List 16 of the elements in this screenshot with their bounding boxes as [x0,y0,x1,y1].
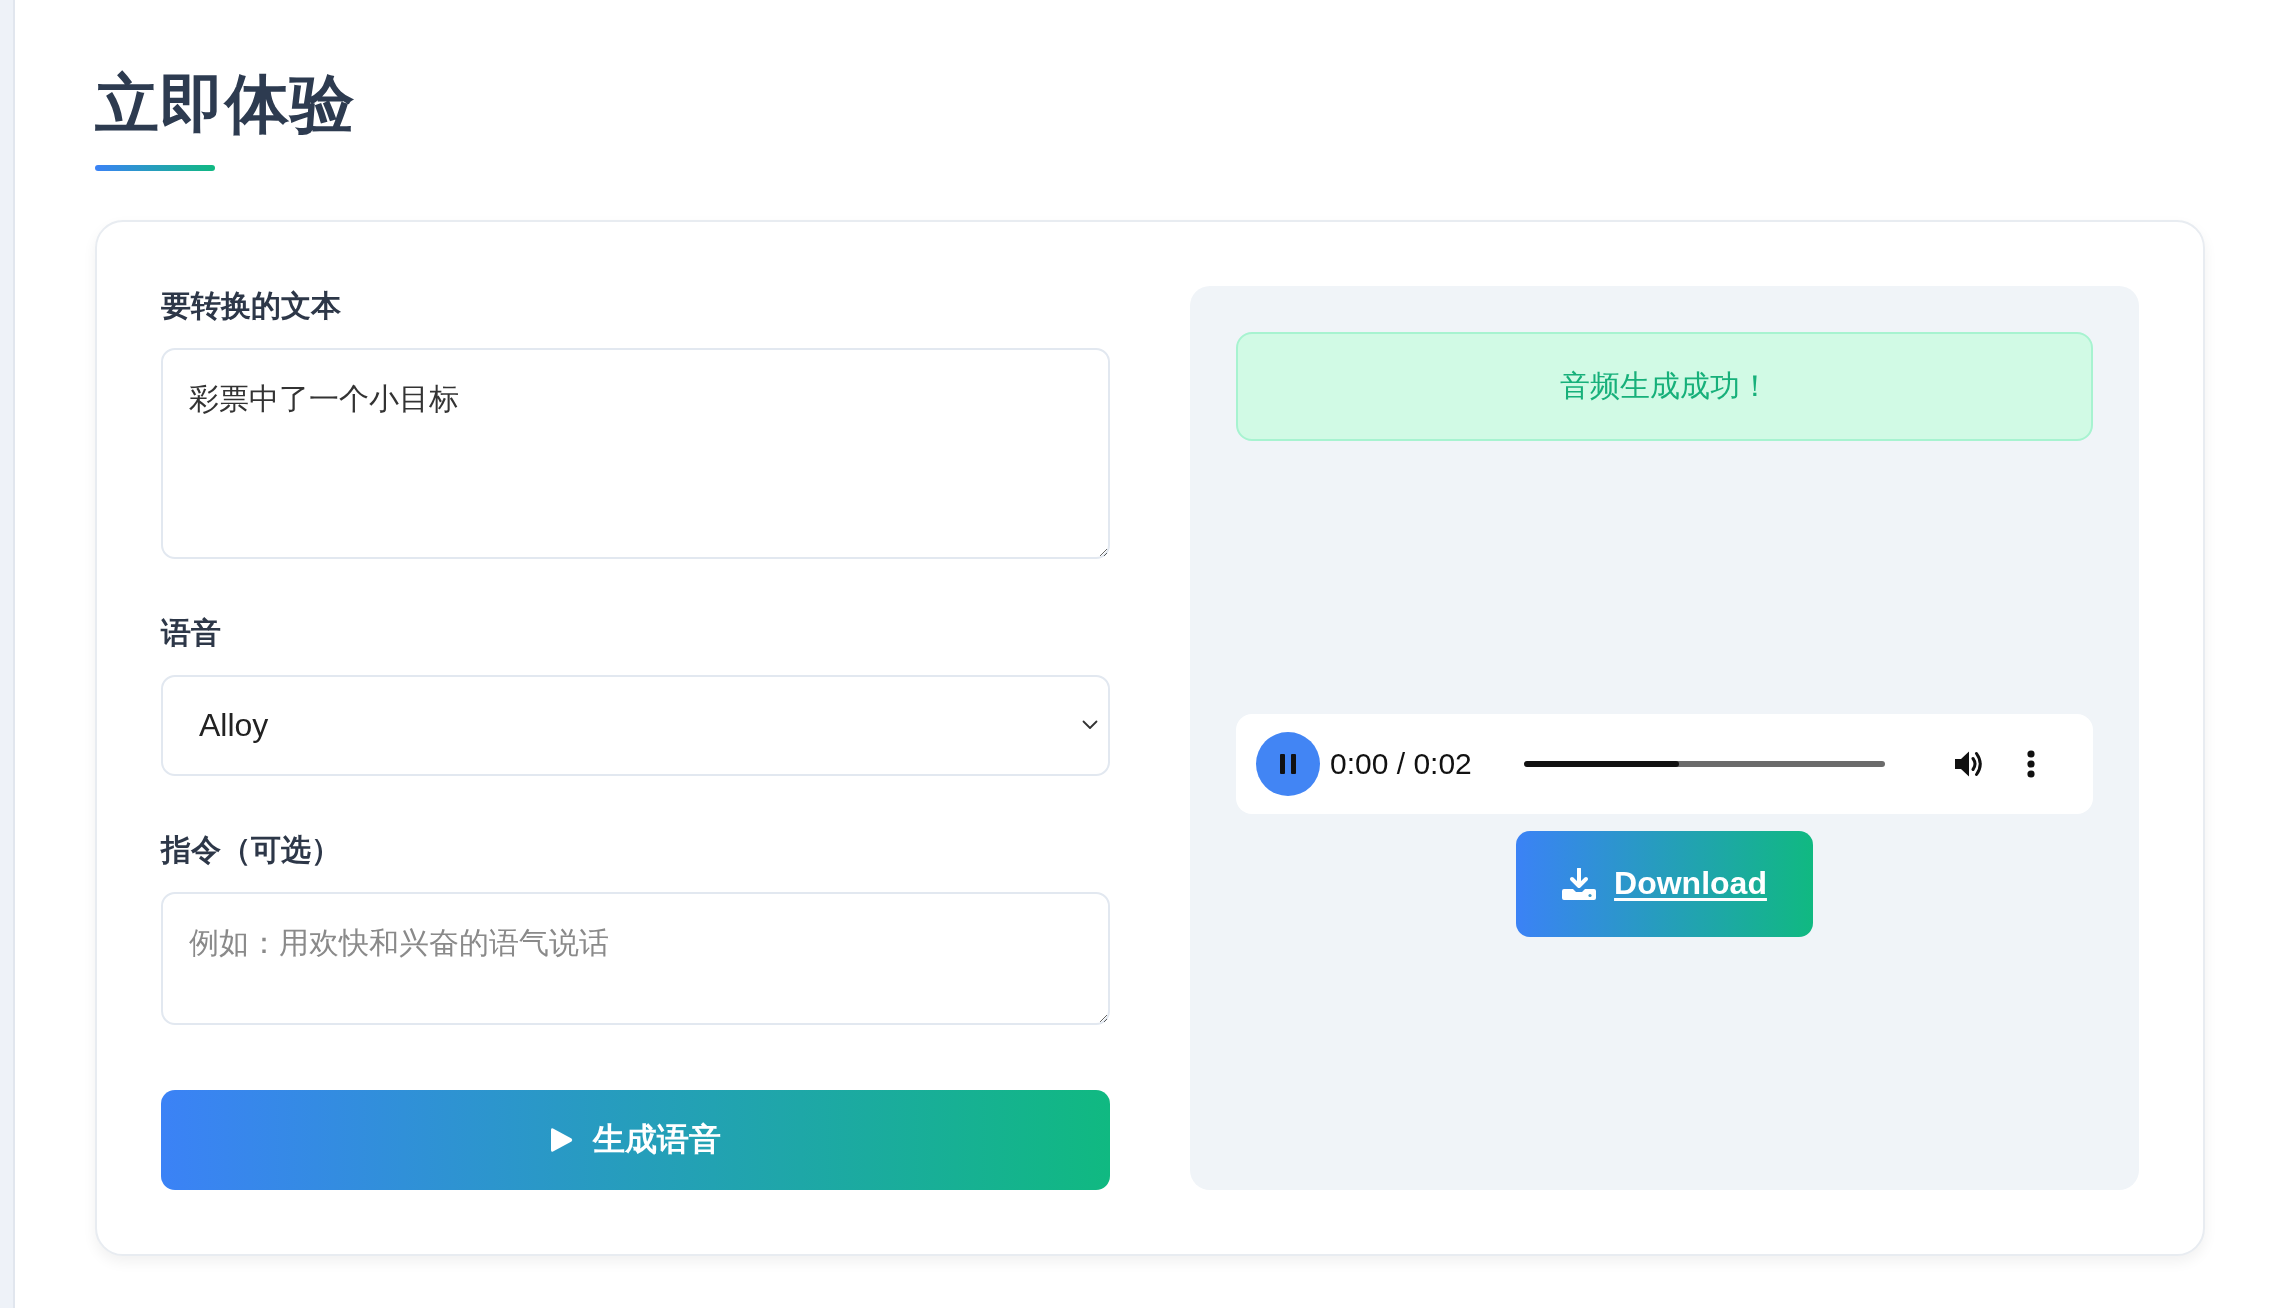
pause-icon [1280,753,1296,774]
field-label: 语音 [161,614,221,651]
status-banner: 音频生成成功！ [1236,331,2093,441]
more-options-icon[interactable] [2026,749,2035,778]
time-display: 0:00 / 0:02 [1330,746,1472,781]
field-label: 要转换的文本 [161,287,341,324]
progress-track[interactable] [1523,760,1885,767]
field-label: 指令（可选） [161,831,341,868]
play-icon [550,1126,573,1153]
chevron-down-icon [1082,720,1098,731]
download-icon [1562,867,1597,900]
voice-select[interactable]: Alloy [161,674,1110,776]
textarea-field[interactable]: 例如：用欢快和兴奋的语气说话 [161,891,1110,1025]
textarea-field[interactable]: 彩票中了一个小目标 [161,347,1110,559]
volume-icon[interactable] [1954,749,1985,778]
section-title: 立即体验 [95,67,356,142]
